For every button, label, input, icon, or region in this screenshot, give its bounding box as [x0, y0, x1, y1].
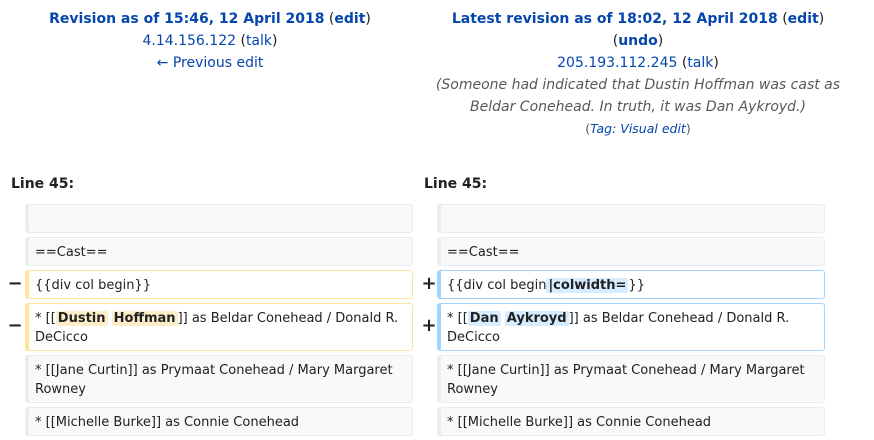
- diff-deleted-cell-cast-member: * [[Dustin Hoffman]] as Beldar Conehead …: [25, 303, 413, 351]
- added-text-prefix: {{div col begin: [447, 278, 547, 293]
- diff-context-cell-jane-curtin: * [[Jane Curtin]] as Prymaat Conehead / …: [437, 355, 825, 403]
- diff-context-cell-michelle-burke: * [[Michelle Burke]] as Connie Conehead: [437, 407, 825, 436]
- old-revision-talk-paren: (talk): [240, 33, 278, 49]
- edit-summary-line-1: (Someone had indicated that Dustin Hoffm…: [435, 77, 841, 93]
- added-text-prefix: * [[: [447, 311, 468, 326]
- right-line-number: Line 45:: [424, 176, 488, 192]
- new-revision-header: Latest revision as of 18:02, 12 April 20…: [420, 8, 856, 140]
- old-revision-user-link[interactable]: 4.14.156.122: [143, 33, 237, 49]
- edit-tag: (Tag: Visual edit): [585, 121, 691, 136]
- new-revision-title[interactable]: Latest revision as of 18:02, 12 April 20…: [452, 11, 778, 27]
- diff-context-cell-jane-curtin: * [[Jane Curtin]] as Prymaat Conehead / …: [25, 355, 413, 403]
- diff-context-cell-empty: [25, 204, 413, 233]
- old-revision-edit-paren: (edit): [328, 11, 371, 27]
- diff-added-cell-div-col: {{div col begin |colwidth=}}: [437, 270, 825, 299]
- previous-edit-link[interactable]: ← Previous edit: [157, 55, 264, 71]
- diff-context-cell-cast: ==Cast==: [25, 237, 413, 266]
- new-revision-talk-paren: (talk): [681, 55, 719, 71]
- deleted-line-marker: −: [7, 315, 23, 336]
- added-text-suffix: }}: [628, 278, 645, 293]
- added-line-marker: +: [421, 315, 437, 336]
- undo-link[interactable]: undo: [618, 33, 658, 49]
- old-revision-title[interactable]: Revision as of 15:46, 12 April 2018: [49, 11, 324, 27]
- added-line-marker: +: [421, 273, 437, 294]
- deleted-line-marker: −: [7, 273, 23, 294]
- diff-context-cell-empty: [437, 204, 825, 233]
- diff-added-cell-cast-member: * [[Dan Aykroyd]] as Beldar Conehead / D…: [437, 303, 825, 351]
- edit-summary-line-2: Beldar Conehead. In truth, it was Dan Ay…: [470, 99, 806, 115]
- new-revision-user-link[interactable]: 205.193.112.245: [557, 55, 677, 71]
- tag-label-link[interactable]: Tag: [590, 121, 612, 136]
- diff-context-cell-cast: ==Cast==: [437, 237, 825, 266]
- added-word-dan: Dan: [467, 311, 501, 326]
- tag-value-link[interactable]: Visual edit: [620, 121, 686, 136]
- deleted-text-prefix: * [[: [35, 311, 56, 326]
- new-revision-edit-paren: (edit): [782, 11, 825, 27]
- undo-paren: (undo): [612, 33, 664, 49]
- old-revision-edit-link[interactable]: edit: [334, 11, 365, 27]
- new-revision-edit-link[interactable]: edit: [788, 11, 819, 27]
- left-line-number: Line 45:: [11, 176, 75, 192]
- deleted-word-dustin: Dustin: [55, 311, 108, 326]
- diff-deleted-cell-div-col: {{div col begin}}: [25, 270, 413, 299]
- added-word-aykroyd: Aykroyd: [504, 311, 569, 326]
- old-revision-talk-link[interactable]: talk: [246, 33, 272, 49]
- diff-context-cell-michelle-burke: * [[Michelle Burke]] as Connie Conehead: [25, 407, 413, 436]
- added-word-colwidth: |colwidth=: [546, 278, 629, 293]
- deleted-word-hoffman: Hoffman: [111, 311, 178, 326]
- old-revision-header: Revision as of 15:46, 12 April 2018 (edi…: [0, 8, 420, 74]
- new-revision-talk-link[interactable]: talk: [687, 55, 713, 71]
